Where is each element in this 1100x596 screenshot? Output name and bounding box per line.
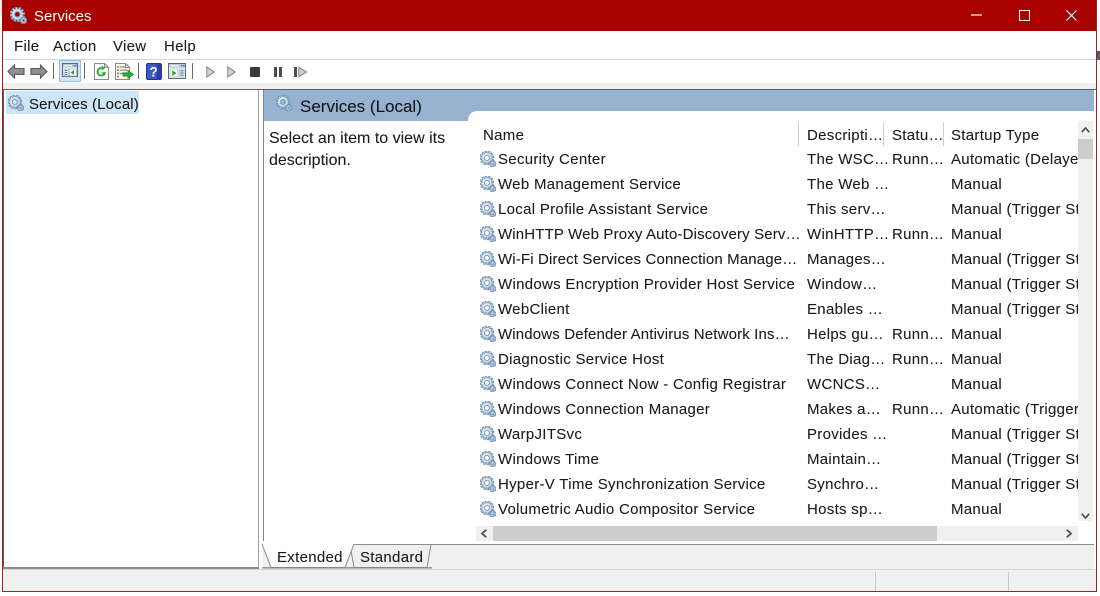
svg-text:?: ? (149, 65, 157, 80)
